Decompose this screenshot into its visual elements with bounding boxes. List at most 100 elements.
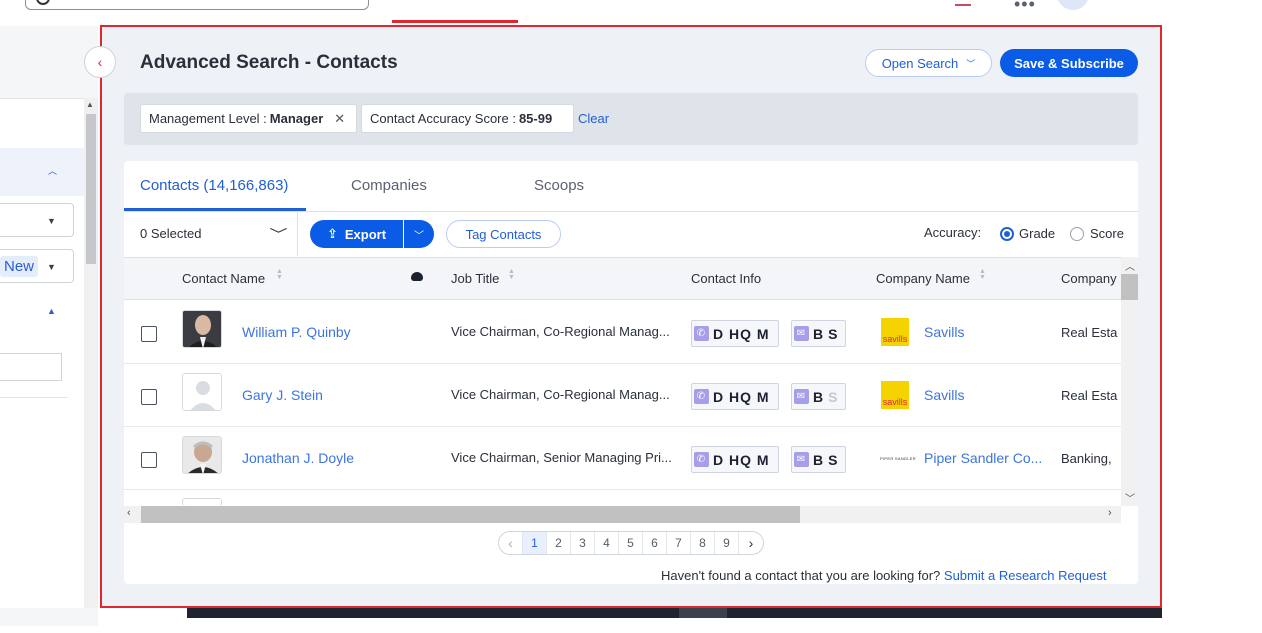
submit-research-request-link[interactable]: Submit a Research Request — [944, 568, 1107, 583]
company-logo-text: savills — [882, 397, 908, 407]
column-header-contact-name[interactable]: Contact Name — [182, 271, 265, 286]
score-radio[interactable] — [1070, 227, 1084, 241]
share-icon: ⇪ — [326, 226, 338, 241]
chevron-up-icon[interactable]: ︿ — [48, 164, 57, 177]
column-header-company[interactable]: Company — [1061, 271, 1117, 286]
email-info[interactable]: ✉ B S — [791, 320, 846, 347]
scroll-down-arrow-icon[interactable]: ﹀ — [1125, 490, 1135, 505]
contact-name-link[interactable]: Jonathan J. Doyle — [242, 450, 354, 466]
export-dropdown-button[interactable]: ﹀ — [404, 220, 434, 248]
sidebar-scrollbar-thumb[interactable] — [86, 114, 96, 264]
email-info[interactable]: ✉ B S — [791, 383, 846, 410]
phone-types: D HQ M — [713, 325, 770, 342]
email-type-b: B — [813, 325, 825, 342]
more-apps-icon[interactable]: ••• — [1014, 0, 1036, 15]
company-logo: savills — [881, 318, 909, 346]
email-type-s: S — [828, 451, 839, 468]
page-button[interactable]: 2 — [547, 532, 571, 554]
search-icon — [36, 0, 50, 5]
open-search-button[interactable]: Open Search ﹀ — [865, 49, 992, 77]
company-name-link[interactable]: Savills — [924, 324, 964, 340]
filter-chip-value: Manager — [269, 111, 324, 126]
avatar[interactable] — [1057, 0, 1089, 10]
scroll-up-arrow-icon[interactable]: ︿ — [1125, 258, 1135, 273]
company-industry: Real Esta — [1061, 325, 1118, 340]
divider — [0, 397, 68, 398]
selected-count[interactable]: 0 Selected — [140, 226, 201, 241]
notification-icon[interactable] — [955, 0, 971, 6]
company-logo-text: PIPER SANDLER — [880, 456, 916, 461]
email-info[interactable]: ✉ B S — [791, 446, 846, 473]
phone-info[interactable]: ✆ D HQ M — [691, 320, 779, 347]
grade-radio[interactable] — [1000, 227, 1014, 241]
taskbar — [187, 608, 1162, 618]
column-header-job-title[interactable]: Job Title — [451, 271, 499, 286]
caret-up-icon[interactable]: ▲ — [47, 306, 56, 316]
scroll-left-arrow-icon[interactable]: ‹ — [127, 507, 131, 519]
avatar — [182, 436, 222, 474]
company-name-link[interactable]: Piper Sandler Co... — [924, 450, 1042, 466]
active-nav-indicator — [392, 20, 518, 23]
scroll-up-arrow-icon[interactable]: ▲ — [86, 100, 94, 109]
sidebar-dropdown[interactable] — [0, 203, 74, 237]
tab-companies[interactable]: Companies — [351, 177, 427, 194]
chevron-down-icon[interactable]: ﹀ — [269, 224, 287, 243]
page-button[interactable]: 7 — [667, 532, 691, 554]
grade-label[interactable]: Grade — [1019, 226, 1055, 241]
row-checkbox[interactable] — [141, 326, 157, 342]
collapse-panel-button[interactable]: ‹ — [84, 46, 116, 78]
job-title: Vice Chairman, Senior Managing Pri... — [451, 450, 672, 465]
chevron-left-icon[interactable]: ‹ — [499, 532, 523, 554]
page-button[interactable]: 4 — [595, 532, 619, 554]
phone-icon: ✆ — [694, 326, 709, 341]
column-header-contact-info: Contact Info — [691, 271, 762, 286]
table-vertical-scrollbar-thumb[interactable] — [1121, 274, 1138, 300]
export-button[interactable]: ⇪ Export — [310, 220, 403, 248]
clear-filters-link[interactable]: Clear — [578, 111, 609, 126]
phone-info[interactable]: ✆ D HQ M — [691, 446, 779, 473]
sort-icon[interactable]: ▲ ▼ — [276, 268, 283, 281]
scroll-right-arrow-icon[interactable]: › — [1108, 507, 1112, 519]
chevron-left-icon: ‹ — [97, 54, 103, 70]
tab-contacts[interactable]: Contacts (14,166,863) — [140, 177, 288, 194]
tab-scoops[interactable]: Scoops — [534, 177, 584, 194]
research-request-footer: Haven't found a contact that you are loo… — [661, 568, 1107, 583]
taskbar-item[interactable] — [679, 608, 727, 618]
score-label[interactable]: Score — [1090, 226, 1124, 241]
email-icon: ✉ — [794, 452, 809, 467]
contact-name-link[interactable]: Gary J. Stein — [242, 387, 323, 403]
sort-icon[interactable]: ▲ ▼ — [508, 268, 515, 281]
filter-chip-label: Contact Accuracy Score : — [370, 111, 516, 126]
filter-chip-accuracy-score: Contact Accuracy Score : 85-99 — [361, 104, 574, 133]
save-subscribe-button[interactable]: Save & Subscribe — [1000, 49, 1138, 77]
table-horizontal-scrollbar-thumb[interactable] — [141, 506, 800, 523]
page-button[interactable]: 9 — [715, 532, 739, 554]
close-icon[interactable]: ✕ — [334, 111, 345, 127]
sort-icon[interactable]: ▲ ▼ — [979, 268, 986, 281]
phone-info[interactable]: ✆ D HQ M — [691, 383, 779, 410]
chevron-right-icon[interactable]: › — [739, 532, 763, 554]
tag-contacts-button[interactable]: Tag Contacts — [446, 220, 561, 248]
page-title: Advanced Search - Contacts — [140, 52, 398, 73]
global-search-input[interactable] — [25, 0, 369, 10]
row-divider — [124, 426, 1121, 427]
sidebar-input[interactable] — [0, 353, 62, 381]
company-industry: Real Esta — [1061, 388, 1118, 403]
page-button[interactable]: 6 — [643, 532, 667, 554]
page-button[interactable]: 5 — [619, 532, 643, 554]
row-checkbox[interactable] — [141, 452, 157, 468]
sidebar-section-header[interactable] — [0, 148, 84, 196]
company-name-link[interactable]: Savills — [924, 387, 964, 403]
column-header-company-name[interactable]: Company Name — [876, 271, 970, 286]
hide-column-icon[interactable] — [411, 272, 423, 281]
contact-name-link[interactable]: William P. Quinby — [242, 324, 351, 340]
filter-chip-label: Management Level : — [149, 111, 267, 126]
row-divider — [124, 489, 1121, 490]
page-button[interactable]: 3 — [571, 532, 595, 554]
company-logo: savills — [881, 381, 909, 409]
page-button[interactable]: 8 — [691, 532, 715, 554]
row-checkbox[interactable] — [141, 389, 157, 405]
page-button[interactable]: 1 — [523, 532, 547, 554]
active-tab-indicator — [124, 208, 306, 211]
email-icon: ✉ — [794, 326, 809, 341]
